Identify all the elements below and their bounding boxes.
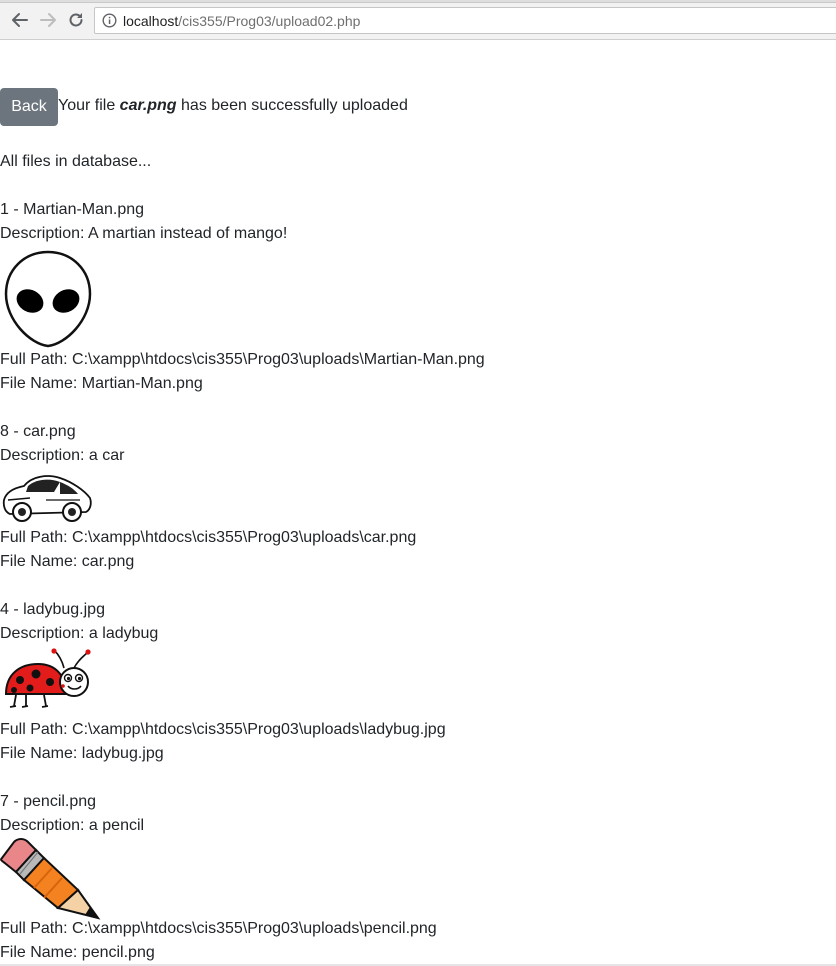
file-name: File Name: pencil.png	[0, 944, 155, 961]
message-suffix: has been successfully uploaded	[176, 97, 408, 114]
url-path: /cis355/Prog03/upload02.php	[178, 13, 361, 29]
address-bar[interactable]: localhost/cis355/Prog03/upload02.php	[94, 7, 836, 34]
file-description: Description: A martian instead of mango!	[0, 225, 288, 242]
upload-status-message: Your file car.png has been successfully …	[58, 94, 408, 118]
url-text[interactable]: localhost/cis355/Prog03/upload02.php	[123, 13, 360, 29]
url-host: localhost	[123, 13, 179, 29]
file-title: 7 - pencil.png	[0, 793, 97, 810]
uploaded-file-name: car.png	[119, 97, 177, 114]
browser-toolbar: localhost/cis355/Prog03/upload02.php	[0, 0, 836, 40]
file-description: Description: a ladybug	[0, 625, 159, 642]
back-arrow-icon[interactable]	[8, 8, 32, 32]
file-description: Description: a pencil	[0, 817, 145, 834]
car-image	[0, 470, 94, 526]
pencil-image	[0, 838, 102, 920]
message-prefix: Your file	[58, 97, 120, 114]
files-list-heading: All files in database...	[0, 153, 152, 170]
reload-icon[interactable]	[64, 8, 88, 32]
alien-head-image	[0, 250, 96, 350]
file-description: Description: a car	[0, 447, 125, 464]
forward-arrow-icon[interactable]	[36, 8, 60, 32]
info-icon[interactable]	[102, 13, 117, 33]
file-name: File Name: Martian-Man.png	[0, 375, 203, 392]
file-full-path: Full Path: C:\xampp\htdocs\cis355\Prog03…	[0, 529, 417, 546]
file-title: 4 - ladybug.jpg	[0, 601, 105, 618]
ladybug-image	[0, 648, 94, 714]
file-title: 8 - car.png	[0, 423, 76, 440]
back-button[interactable]: Back	[0, 88, 58, 126]
file-name: File Name: car.png	[0, 553, 135, 570]
file-title: 1 - Martian-Man.png	[0, 201, 145, 218]
file-full-path: Full Path: C:\xampp\htdocs\cis355\Prog03…	[0, 351, 485, 368]
tab-strip-edge	[0, 0, 836, 3]
file-full-path: Full Path: C:\xampp\htdocs\cis355\Prog03…	[0, 721, 446, 738]
file-name: File Name: ladybug.jpg	[0, 745, 164, 762]
file-full-path: Full Path: C:\xampp\htdocs\cis355\Prog03…	[0, 920, 437, 937]
